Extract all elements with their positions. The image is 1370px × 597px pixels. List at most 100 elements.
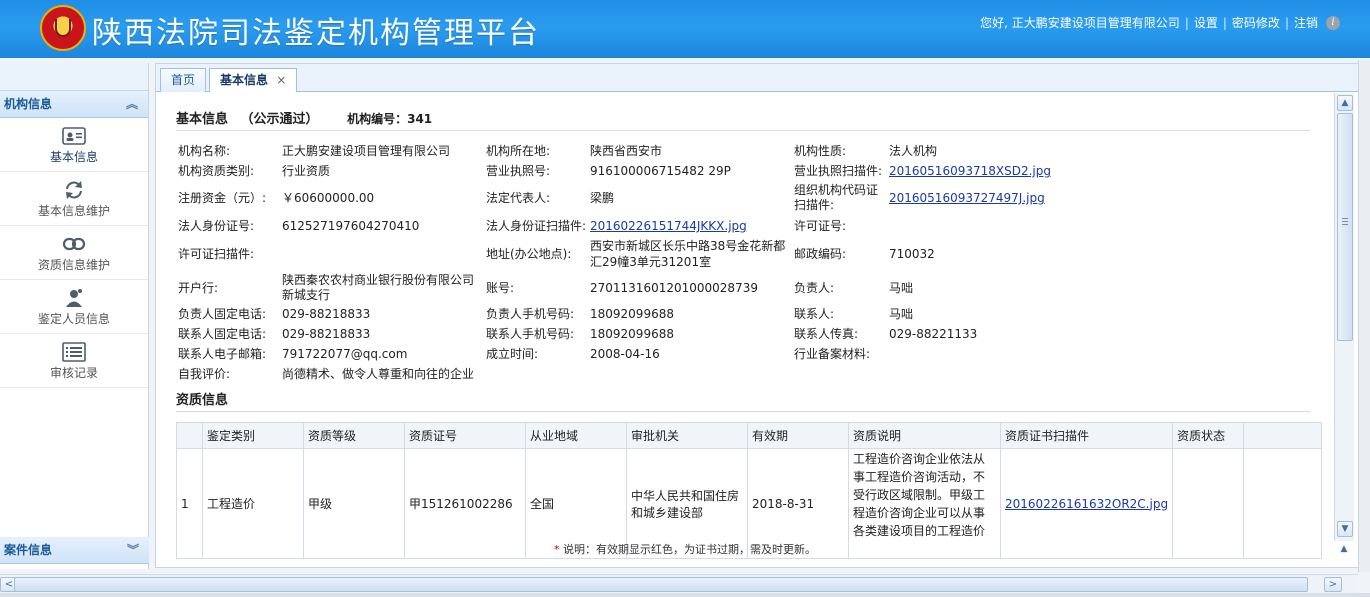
contact-label: 联系人: bbox=[794, 307, 835, 321]
app-title: 陕西法院司法鉴定机构管理平台 bbox=[92, 16, 540, 51]
license-scan-link[interactable]: 20160516093718XSD2.jpg bbox=[889, 164, 1051, 178]
close-icon[interactable]: × bbox=[276, 73, 286, 87]
col-level: 资质等级 bbox=[303, 422, 405, 449]
col-index bbox=[176, 422, 203, 449]
postcode-value: 710032 bbox=[889, 247, 935, 261]
table-header-row: 鉴定类别 资质等级 资质证号 从业地域 审批机关 有效期 资质说明 资质证书扫描… bbox=[176, 422, 1323, 449]
collapse-chevron-icon[interactable]: ︽ bbox=[126, 91, 138, 118]
separator: | bbox=[1184, 15, 1189, 30]
principal-tel-label: 负责人固定电话: bbox=[178, 307, 267, 321]
contact-fax-value: 029-88221133 bbox=[889, 327, 978, 341]
content-vertical-scrollbar[interactable]: ▲ ▼ bbox=[1334, 93, 1354, 541]
sidebar-item-label: 资质信息维护 bbox=[37, 258, 110, 272]
logout-link[interactable]: 注销 bbox=[1294, 14, 1318, 31]
self-eval-label: 自我评价: bbox=[178, 367, 231, 381]
filing-label: 行业备案材料: bbox=[794, 347, 871, 361]
scroll-up-icon[interactable]: ▲ bbox=[1337, 95, 1353, 111]
scroll-right-icon[interactable]: > bbox=[1324, 577, 1342, 592]
col-extra bbox=[1243, 422, 1323, 449]
tab-label: 基本信息 bbox=[220, 73, 269, 87]
principal-label: 负责人: bbox=[794, 281, 835, 295]
license-scan-label: 营业执照扫描件: bbox=[794, 164, 883, 178]
refresh-icon bbox=[66, 181, 82, 199]
tab-home[interactable]: 首页 bbox=[160, 68, 207, 93]
user-bar: 您好, 正大鹏安建设项目管理有限公司 | 设置 | 密码修改 | 注销 i bbox=[980, 14, 1340, 31]
sidebar-item-appraiser-info[interactable]: 鉴定人员信息 bbox=[0, 280, 148, 334]
permit-no-label: 许可证号: bbox=[794, 219, 847, 233]
info-icon[interactable]: i bbox=[1326, 15, 1340, 30]
tab-basic-info[interactable]: 基本信息 × bbox=[209, 68, 298, 94]
approval-status: （公示通过） bbox=[240, 112, 319, 127]
description-line: 事工程造价咨询活动，不 bbox=[853, 470, 986, 484]
note-text: 说明：有效期显示红色，为证书过期，需及时更新。 bbox=[563, 543, 816, 556]
sidebar-item-basic-info[interactable]: 基本信息 bbox=[0, 118, 148, 172]
org-code-scan-link[interactable]: 20160516093727497J.jpg bbox=[889, 191, 1045, 205]
description-line: 程造价咨询企业可以从事 bbox=[853, 506, 986, 520]
main-content: 基本信息 （公示通过） 机构编号：341 机构名称: 正大鹏安建设项目管理有限公… bbox=[155, 92, 1365, 568]
org-code-scan-label-2: 扫描件: bbox=[794, 198, 835, 212]
password-change-link[interactable]: 密码修改 bbox=[1232, 14, 1280, 31]
nature-value: 法人机构 bbox=[889, 144, 938, 158]
scroll-thumb[interactable] bbox=[1337, 113, 1353, 341]
legal-id-scan-link[interactable]: 20160226151744JKKX.jpg bbox=[590, 219, 747, 233]
sidebar-top-strip bbox=[0, 63, 148, 91]
col-category: 鉴定类别 bbox=[202, 422, 304, 449]
authority-line: 和城乡建设部 bbox=[631, 505, 704, 520]
cert-scan-link[interactable]: 20160226161632OR2C.jpg bbox=[1005, 497, 1168, 511]
legal-rep-label: 法定代表人: bbox=[486, 191, 551, 205]
address-value-line2: 汇29幢3单元31201室 bbox=[590, 255, 712, 269]
col-authority: 审批机关 bbox=[626, 422, 748, 449]
link-icon bbox=[62, 237, 86, 251]
settings-link[interactable]: 设置 bbox=[1194, 14, 1218, 31]
sidebar-item-basic-info-maintenance[interactable]: 基本信息维护 bbox=[0, 172, 148, 226]
expiry-note: * 说明：有效期显示红色，为证书过期，需及时更新。 bbox=[0, 541, 1370, 557]
description-line: 各类建设项目的工程造价 bbox=[853, 524, 986, 538]
basic-info-heading: 基本信息 （公示通过） 机构编号：341 bbox=[176, 108, 432, 127]
bottom-strip bbox=[0, 593, 1370, 597]
contact-mobile-label: 联系人手机号码: bbox=[486, 327, 575, 341]
window-vertical-scrollbar[interactable] bbox=[1358, 60, 1370, 572]
qual-type-value: 行业资质 bbox=[282, 164, 331, 178]
sidebar-item-audit-records[interactable]: 审核记录 bbox=[0, 334, 148, 388]
account-value: 2701131601201000028739 bbox=[590, 281, 758, 295]
principal-mobile-label: 负责人手机号码: bbox=[486, 307, 575, 321]
section-title-text: 基本信息 bbox=[176, 112, 229, 127]
sidebar: 机构信息 ︽ 基本信息 基本信息维护 资质信息维护 鉴定人员信息 审核记录 案件… bbox=[0, 63, 149, 569]
tab-bar: 首页 基本信息 × bbox=[155, 63, 1365, 94]
sidebar-item-qualification-maintenance[interactable]: 资质信息维护 bbox=[0, 226, 148, 280]
authority-line: 中华人民共和国住房 bbox=[631, 488, 740, 503]
person-icon bbox=[66, 289, 82, 307]
horizontal-scroll-thumb[interactable] bbox=[14, 577, 1308, 592]
note-star: * bbox=[554, 543, 560, 556]
tab-label: 首页 bbox=[171, 73, 196, 87]
org-code-scan-label: 组织机构代码证 bbox=[794, 183, 879, 197]
col-valid-until: 有效期 bbox=[747, 422, 849, 449]
address-label: 地址(办公地点): bbox=[486, 247, 572, 261]
contact-tel-label: 联系人固定电话: bbox=[178, 327, 267, 341]
contact-tel-value: 029-88218833 bbox=[282, 327, 371, 341]
org-info-panel-header[interactable]: 机构信息 ︽ bbox=[0, 91, 148, 118]
contact-mobile-value: 18092099688 bbox=[590, 327, 674, 341]
id-card-icon bbox=[62, 127, 86, 145]
postcode-label: 邮政编码: bbox=[794, 247, 847, 261]
nature-label: 机构性质: bbox=[794, 144, 847, 158]
col-region: 从业地域 bbox=[525, 422, 627, 449]
horizontal-scrollbar[interactable]: < > bbox=[0, 574, 1358, 593]
legal-id-value: 612527197604270410 bbox=[282, 219, 420, 233]
divider bbox=[176, 411, 1310, 412]
address-value-line1: 西安市新城区长乐中路38号金花新都 bbox=[590, 239, 786, 253]
sidebar-item-label: 鉴定人员信息 bbox=[37, 312, 110, 326]
sidebar-item-label: 基本信息 bbox=[49, 150, 98, 164]
qualification-heading: 资质信息 bbox=[176, 393, 229, 408]
bank-value-line1: 陕西秦农农村商业银行股份有限公司 bbox=[282, 273, 475, 287]
description-line: 工程造价咨询企业依法从 bbox=[853, 452, 986, 466]
col-description: 资质说明 bbox=[848, 422, 1001, 449]
col-cert-scan: 资质证书扫描件 bbox=[999, 422, 1174, 449]
contact-email-value: 791722077@qq.com bbox=[282, 347, 408, 361]
description-line: 受行政区域限制。甲级工 bbox=[853, 488, 986, 502]
panel-title: 机构信息 bbox=[4, 97, 53, 111]
location-label: 机构所在地: bbox=[486, 144, 551, 158]
scroll-down-icon[interactable]: ▼ bbox=[1337, 521, 1353, 537]
col-cert-no: 资质证号 bbox=[404, 422, 526, 449]
sidebar-item-label: 审核记录 bbox=[49, 366, 98, 380]
